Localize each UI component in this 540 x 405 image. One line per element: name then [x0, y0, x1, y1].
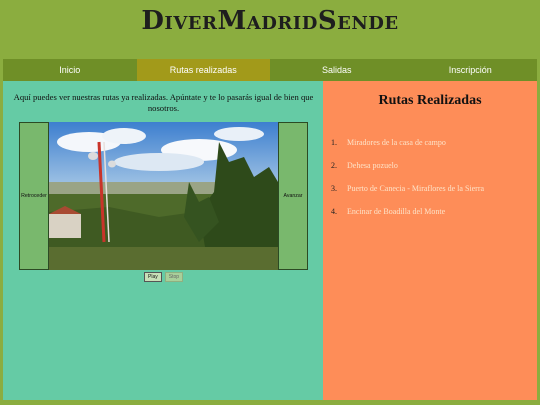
route-link[interactable]: Miradores de la casa de campo [347, 138, 446, 161]
next-button[interactable]: Avanzar [278, 122, 308, 270]
slider-controls: Play Stop [144, 272, 184, 282]
route-photo [49, 122, 278, 270]
image-slider: Retroceder Avanzar [19, 122, 308, 270]
intro-text: Aquí puedes ver nuestras rutas ya realiz… [13, 92, 314, 113]
route-item[interactable]: 4. Encinar de Boadilla del Monte [331, 207, 484, 230]
site-title: DiverMadridSende [141, 6, 399, 36]
gallery-panel: Aquí puedes ver nuestras rutas ya realiz… [3, 81, 323, 400]
route-item[interactable]: 1. Miradores de la casa de campo [331, 138, 484, 161]
route-link[interactable]: Puerto de Canecia - Miraflores de la Sie… [347, 184, 484, 207]
routes-title: Rutas Realizadas [378, 93, 482, 108]
route-link[interactable]: Encinar de Boadilla del Monte [347, 207, 445, 230]
routes-panel: Rutas Realizadas 1. Miradores de la casa… [323, 81, 537, 400]
nav-item-inicio[interactable]: Inicio [3, 59, 137, 81]
nav-item-salidas[interactable]: Salidas [270, 59, 404, 81]
route-link[interactable]: Dehesa pozuelo [347, 161, 398, 184]
nav-item-inscripcion[interactable]: Inscripción [404, 59, 538, 81]
route-item[interactable]: 2. Dehesa pozuelo [331, 161, 484, 184]
previous-button[interactable]: Retroceder [19, 122, 49, 270]
nav-item-rutas-realizadas[interactable]: Rutas realizadas [136, 59, 270, 81]
stop-button[interactable]: Stop [164, 272, 184, 282]
main-nav: Inicio Rutas realizadas Salidas Inscripc… [3, 59, 537, 81]
route-number: 4. [331, 207, 337, 216]
route-number: 2. [331, 161, 337, 170]
route-number: 3. [331, 184, 337, 193]
routes-list: 1. Miradores de la casa de campo 2. Dehe… [331, 138, 484, 230]
play-button[interactable]: Play [144, 272, 162, 282]
route-number: 1. [331, 138, 337, 147]
route-item[interactable]: 3. Puerto de Canecia - Miraflores de la … [331, 184, 484, 207]
